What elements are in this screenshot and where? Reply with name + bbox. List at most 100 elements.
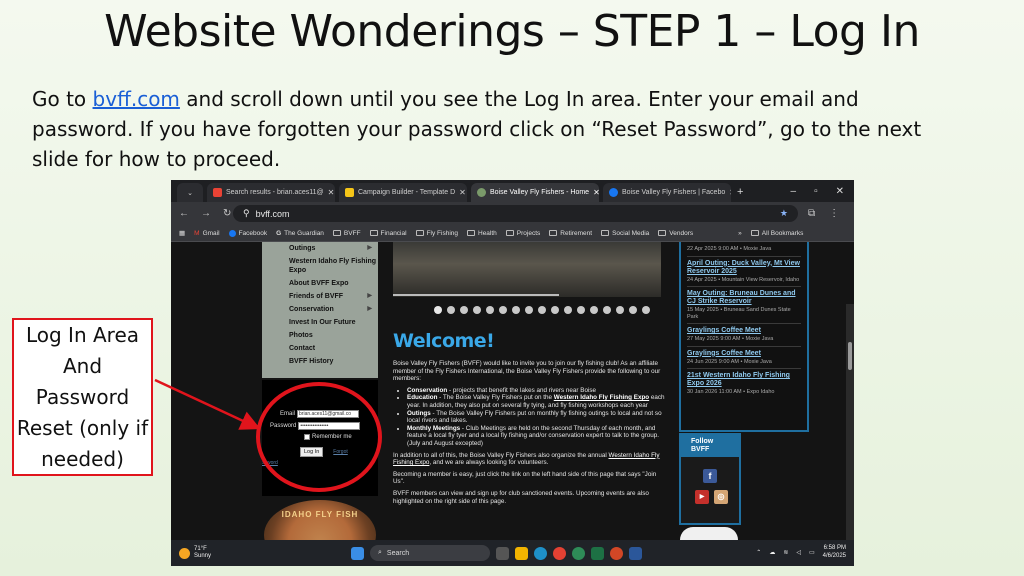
tab-facebook[interactable]: Boise Valley Fly Fishers | Facebo ✕ <box>603 183 731 202</box>
excel-icon[interactable] <box>591 546 604 560</box>
bookmark-gmail[interactable]: M Gmail <box>194 230 219 237</box>
battery-icon[interactable]: ▭ <box>809 549 815 556</box>
menu-item-conservation[interactable]: Conservation ▶ <box>262 303 378 316</box>
carousel-dot[interactable] <box>577 306 585 314</box>
carousel-dot[interactable] <box>460 306 468 314</box>
bookmarks-overflow[interactable]: » <box>738 230 742 237</box>
carousel-dot[interactable] <box>551 306 559 314</box>
password-field[interactable]: •••••••••••••••• <box>298 422 361 430</box>
bookmark-guardian[interactable]: G The Guardian <box>276 230 324 237</box>
carousel-dot[interactable] <box>499 306 507 314</box>
close-window-button[interactable]: ✕ <box>836 186 844 197</box>
carousel-dot[interactable] <box>512 306 520 314</box>
apps-grid-icon[interactable]: ▦ <box>179 229 185 237</box>
event-title[interactable]: Graylings Coffee Meet <box>687 350 801 358</box>
forgot-link[interactable]: Forgot <box>333 449 347 455</box>
chrome-icon[interactable] <box>553 546 566 560</box>
carousel-dot[interactable] <box>564 306 572 314</box>
facebook-icon[interactable]: f <box>703 469 717 483</box>
url-field[interactable]: ⚲ bvff.com ★ <box>233 205 798 222</box>
carousel-dot[interactable] <box>486 306 494 314</box>
menu-item-photos[interactable]: Photos <box>262 329 378 342</box>
reload-icon[interactable]: ↻ <box>223 208 231 219</box>
tab-bvff-home[interactable]: Boise Valley Fly Fishers - Home ✕ <box>471 183 599 202</box>
close-icon[interactable]: ✕ <box>328 188 335 197</box>
bookmark-facebook[interactable]: Facebook <box>228 229 267 237</box>
event-title[interactable]: May Outing: Bruneau Dunes and CJ Strike … <box>687 290 801 306</box>
chrome-profile-icon[interactable] <box>572 546 585 560</box>
edge-icon[interactable] <box>534 546 547 560</box>
site-info-icon[interactable]: ⚲ <box>243 208 250 219</box>
forward-icon[interactable]: → <box>201 208 211 219</box>
carousel-dot[interactable] <box>473 306 481 314</box>
carousel-dot[interactable] <box>434 306 442 314</box>
menu-item-outings[interactable]: Outings ▶ <box>262 242 378 255</box>
menu-icon[interactable]: ⋮ <box>829 208 839 219</box>
event-title[interactable]: Graylings Coffee Meet <box>687 327 801 335</box>
reset-password-link[interactable]: ssword <box>262 460 278 466</box>
event-item[interactable]: Graylings Coffee Meet 27 May 2025 9:00 AM… <box>687 324 801 347</box>
event-item[interactable]: May Outing: Bruneau Dunes and CJ Strike … <box>687 287 801 324</box>
bookmark-projects[interactable]: Projects <box>505 230 540 237</box>
new-tab-button[interactable]: + <box>731 186 743 202</box>
scrollbar-thumb[interactable] <box>848 342 852 370</box>
carousel-dot[interactable] <box>590 306 598 314</box>
menu-item-about-expo[interactable]: About BVFF Expo <box>262 277 378 290</box>
bookmark-bvff[interactable]: BVFF <box>332 230 361 237</box>
bookmark-retirement[interactable]: Retirement <box>549 230 592 237</box>
bookmark-financial[interactable]: Financial <box>369 230 407 237</box>
carousel-dot[interactable] <box>629 306 637 314</box>
youtube-icon[interactable]: ▶ <box>695 490 709 504</box>
wifi-icon[interactable]: ≋ <box>783 549 788 556</box>
minimize-button[interactable]: – <box>791 186 797 197</box>
cloud-icon[interactable]: ☁ <box>769 549 775 556</box>
event-item[interactable]: Graylings Coffee Meet 24 Jun 2025 9:00 AM… <box>687 347 801 369</box>
menu-item-history[interactable]: BVFF History <box>262 355 378 368</box>
weather-widget[interactable]: 71°F Sunny <box>171 546 211 560</box>
bookmark-health[interactable]: Health <box>467 230 497 237</box>
maximize-button[interactable]: ▫ <box>814 186 818 197</box>
bookmark-fly-fishing[interactable]: Fly Fishing <box>415 230 458 237</box>
carousel-dot[interactable] <box>603 306 611 314</box>
bvff-link[interactable]: bvff.com <box>93 87 180 111</box>
chevron-up-icon[interactable]: ⌃ <box>756 549 761 556</box>
carousel-dot[interactable] <box>525 306 533 314</box>
taskbar-search[interactable]: ⌕ Search <box>370 545 490 561</box>
menu-item-expo[interactable]: Western Idaho Fly Fishing Expo <box>262 255 378 277</box>
carousel-dot[interactable] <box>447 306 455 314</box>
event-title[interactable]: 21st Western Idaho Fly Fishing Expo 2026 <box>687 372 801 388</box>
bookmark-social-media[interactable]: Social Media <box>601 230 649 237</box>
instagram-icon[interactable]: ◎ <box>714 490 728 504</box>
extensions-icon[interactable]: ⧉ <box>808 208 815 219</box>
close-icon[interactable]: ✕ <box>593 188 599 197</box>
bookmark-vendors[interactable]: Vendors <box>658 230 693 237</box>
volume-icon[interactable]: ◁ <box>796 549 801 556</box>
windows-start-icon[interactable] <box>351 546 364 560</box>
event-title[interactable]: April Outing: Duck Valley, Mt View Reser… <box>687 260 801 276</box>
menu-item-contact[interactable]: Contact <box>262 342 378 355</box>
word-icon[interactable] <box>629 546 642 560</box>
carousel-dot[interactable] <box>616 306 624 314</box>
bookmark-star-icon[interactable]: ★ <box>780 208 788 219</box>
carousel-dot[interactable] <box>642 306 650 314</box>
all-bookmarks[interactable]: All Bookmarks <box>750 230 803 237</box>
file-explorer-icon[interactable] <box>515 546 528 560</box>
expo-link[interactable]: Western Idaho Fly Fishing Expo <box>554 394 649 401</box>
email-field[interactable]: brian.aces11@gmail.co <box>297 410 360 418</box>
task-view-icon[interactable] <box>496 546 509 560</box>
login-button[interactable]: Log In <box>300 447 324 457</box>
clock[interactable]: 6:58 PM 4/6/2025 <box>823 544 846 560</box>
menu-item-friends[interactable]: Friends of BVFF ▶ <box>262 290 378 303</box>
powerpoint-icon[interactable] <box>610 546 623 560</box>
tab-search-button[interactable]: ⌄ <box>177 183 203 202</box>
event-item[interactable]: 22 Apr 2025 9:00 AM • Moxie Java <box>687 242 801 257</box>
event-item[interactable]: 21st Western Idaho Fly Fishing Expo 2026… <box>687 369 801 399</box>
back-icon[interactable]: ← <box>179 208 189 219</box>
carousel-dot[interactable] <box>538 306 546 314</box>
tab-campaign-builder[interactable]: Campaign Builder - Template D ✕ <box>339 183 467 202</box>
event-item[interactable]: April Outing: Duck Valley, Mt View Reser… <box>687 257 801 287</box>
menu-item-invest[interactable]: Invest In Our Future <box>262 316 378 329</box>
close-icon[interactable]: ✕ <box>459 188 466 197</box>
remember-checkbox[interactable] <box>304 434 310 440</box>
tab-gmail[interactable]: Search results - brian.aces11@ ✕ <box>207 183 335 202</box>
